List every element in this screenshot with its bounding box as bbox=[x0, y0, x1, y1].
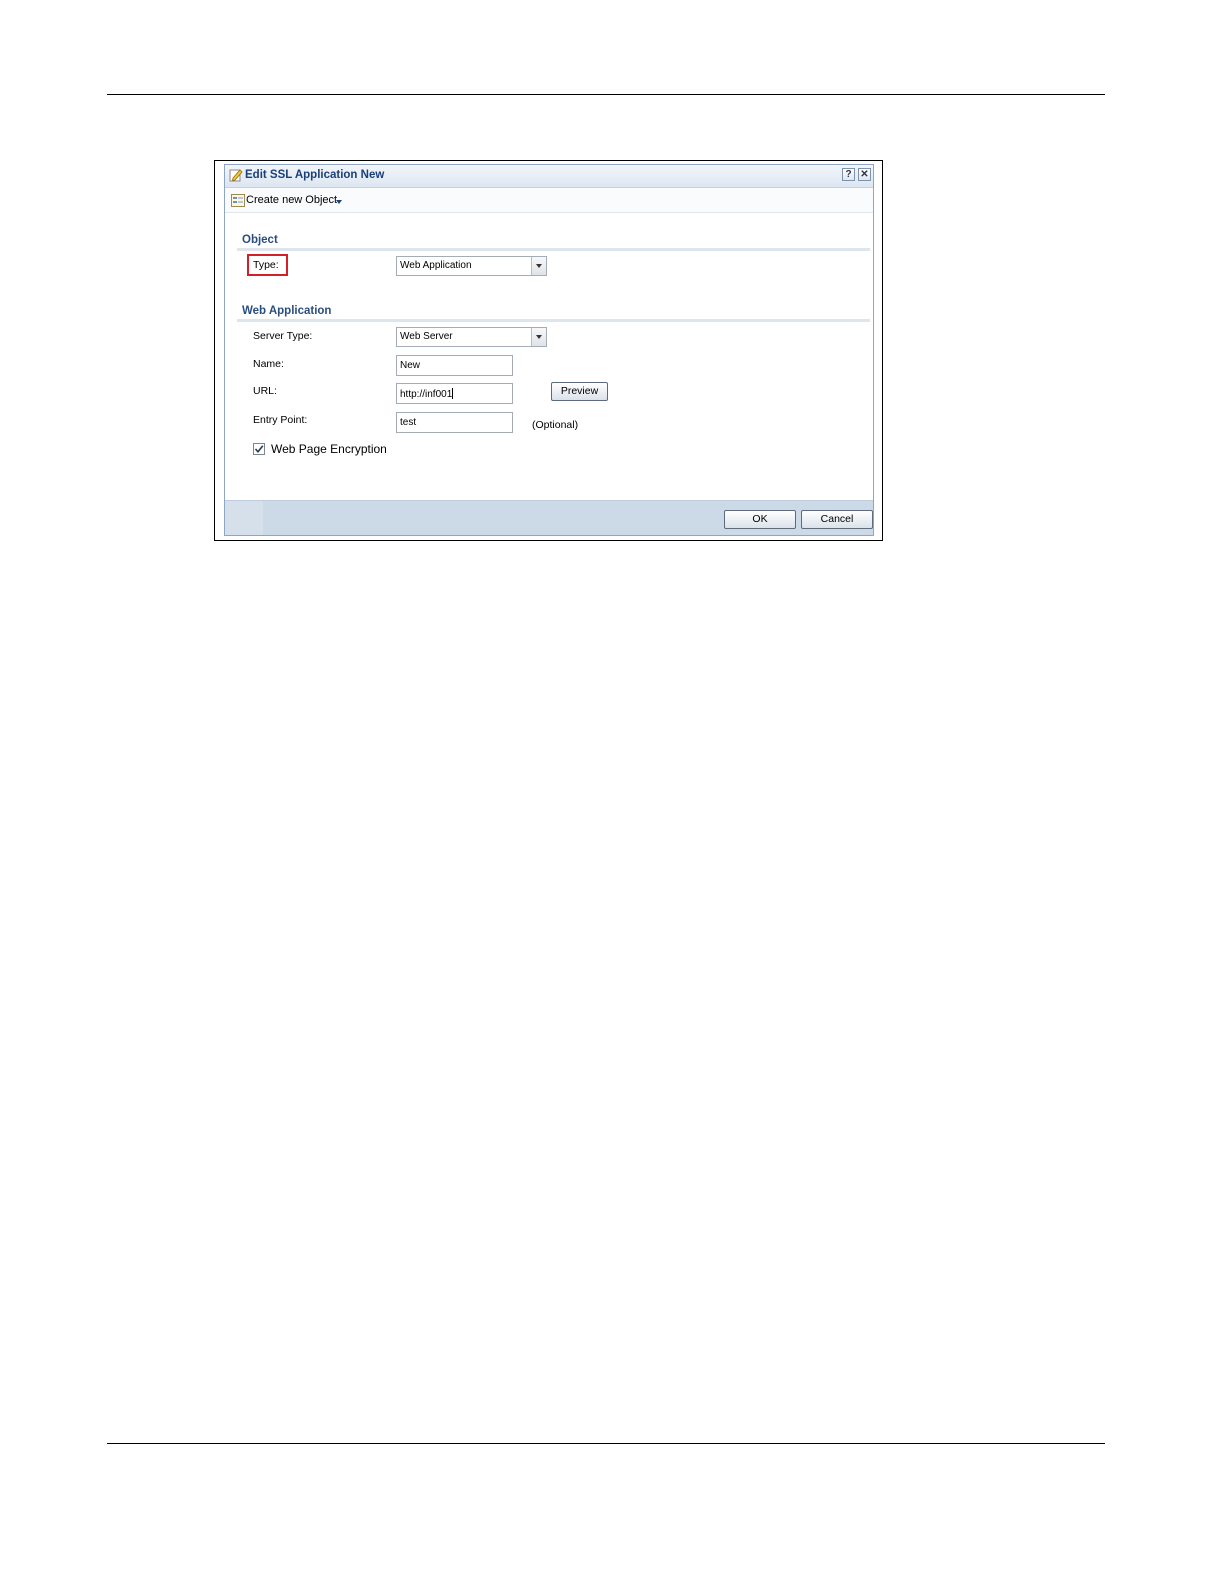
name-label: Name: bbox=[253, 358, 284, 370]
web-page-encryption-checkbox[interactable] bbox=[253, 443, 265, 455]
help-button[interactable]: ? bbox=[842, 168, 855, 181]
type-select[interactable]: Web Application bbox=[396, 256, 547, 276]
object-section-title: Object bbox=[242, 234, 278, 246]
ok-button[interactable]: OK bbox=[724, 510, 796, 529]
name-input[interactable]: New bbox=[396, 355, 513, 376]
page-footer-rule bbox=[107, 1443, 1105, 1444]
optional-hint: (Optional) bbox=[532, 419, 579, 431]
create-object-icon bbox=[231, 194, 245, 207]
type-label: Type: bbox=[253, 259, 279, 271]
footer-side-panel bbox=[225, 501, 263, 535]
checkmark-icon bbox=[254, 445, 264, 454]
entry-point-label: Entry Point: bbox=[253, 414, 308, 426]
edit-pencil-icon bbox=[229, 169, 243, 182]
url-input-value: http://inf001 bbox=[400, 389, 453, 400]
edit-ssl-application-dialog: Edit SSL Application New ? ✕ Create new … bbox=[224, 164, 874, 536]
dialog-titlebar: Edit SSL Application New ? ✕ bbox=[225, 165, 873, 188]
web-application-section-title: Web Application bbox=[242, 305, 332, 317]
chevron-down-icon[interactable] bbox=[531, 328, 546, 346]
url-label: URL: bbox=[253, 385, 277, 397]
url-input[interactable]: http://inf001 bbox=[396, 383, 513, 404]
section-divider bbox=[237, 319, 870, 322]
server-type-select[interactable]: Web Server bbox=[396, 327, 547, 347]
web-page-encryption-label: Web Page Encryption bbox=[271, 442, 387, 456]
dialog-toolbar: Create new Object bbox=[225, 188, 873, 213]
page-header-rule bbox=[107, 94, 1105, 95]
server-type-label: Server Type: bbox=[253, 330, 313, 342]
chevron-down-icon[interactable] bbox=[531, 257, 546, 275]
dialog-footer: OK Cancel bbox=[225, 500, 873, 535]
dialog-title: Edit SSL Application New bbox=[245, 169, 385, 181]
type-select-value: Web Application bbox=[400, 260, 472, 271]
server-type-select-value: Web Server bbox=[400, 331, 453, 342]
create-new-object-menu[interactable]: Create new Object bbox=[246, 194, 337, 206]
section-divider bbox=[237, 248, 870, 251]
cancel-button[interactable]: Cancel bbox=[801, 510, 873, 529]
chevron-down-icon[interactable] bbox=[336, 200, 342, 204]
text-cursor bbox=[452, 388, 454, 399]
entry-point-input[interactable]: test bbox=[396, 412, 513, 433]
close-button[interactable]: ✕ bbox=[858, 168, 871, 181]
preview-button[interactable]: Preview bbox=[551, 382, 608, 401]
screenshot-frame: Edit SSL Application New ? ✕ Create new … bbox=[214, 160, 883, 541]
